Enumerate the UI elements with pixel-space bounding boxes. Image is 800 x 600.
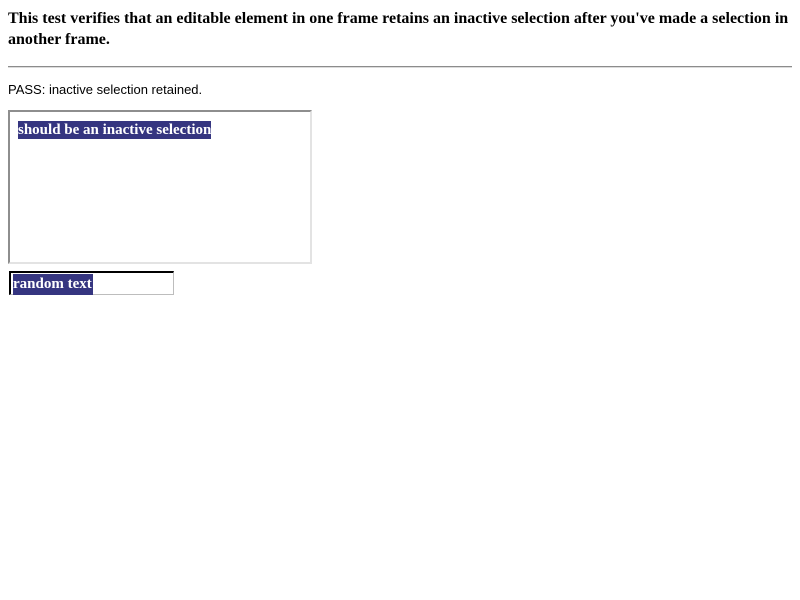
editable-iframe[interactable]: should be an inactive selection — [8, 110, 312, 264]
horizontal-rule — [8, 66, 792, 68]
test-description: This test verifies that an editable elem… — [8, 10, 789, 48]
text-input[interactable]: random text — [9, 271, 174, 295]
test-result: PASS: inactive selection retained. — [8, 82, 203, 97]
text-input-value: random text — [13, 274, 93, 295]
inactive-selection: should be an inactive selection — [18, 121, 212, 139]
editable-content[interactable]: should be an inactive selection — [18, 120, 212, 140]
